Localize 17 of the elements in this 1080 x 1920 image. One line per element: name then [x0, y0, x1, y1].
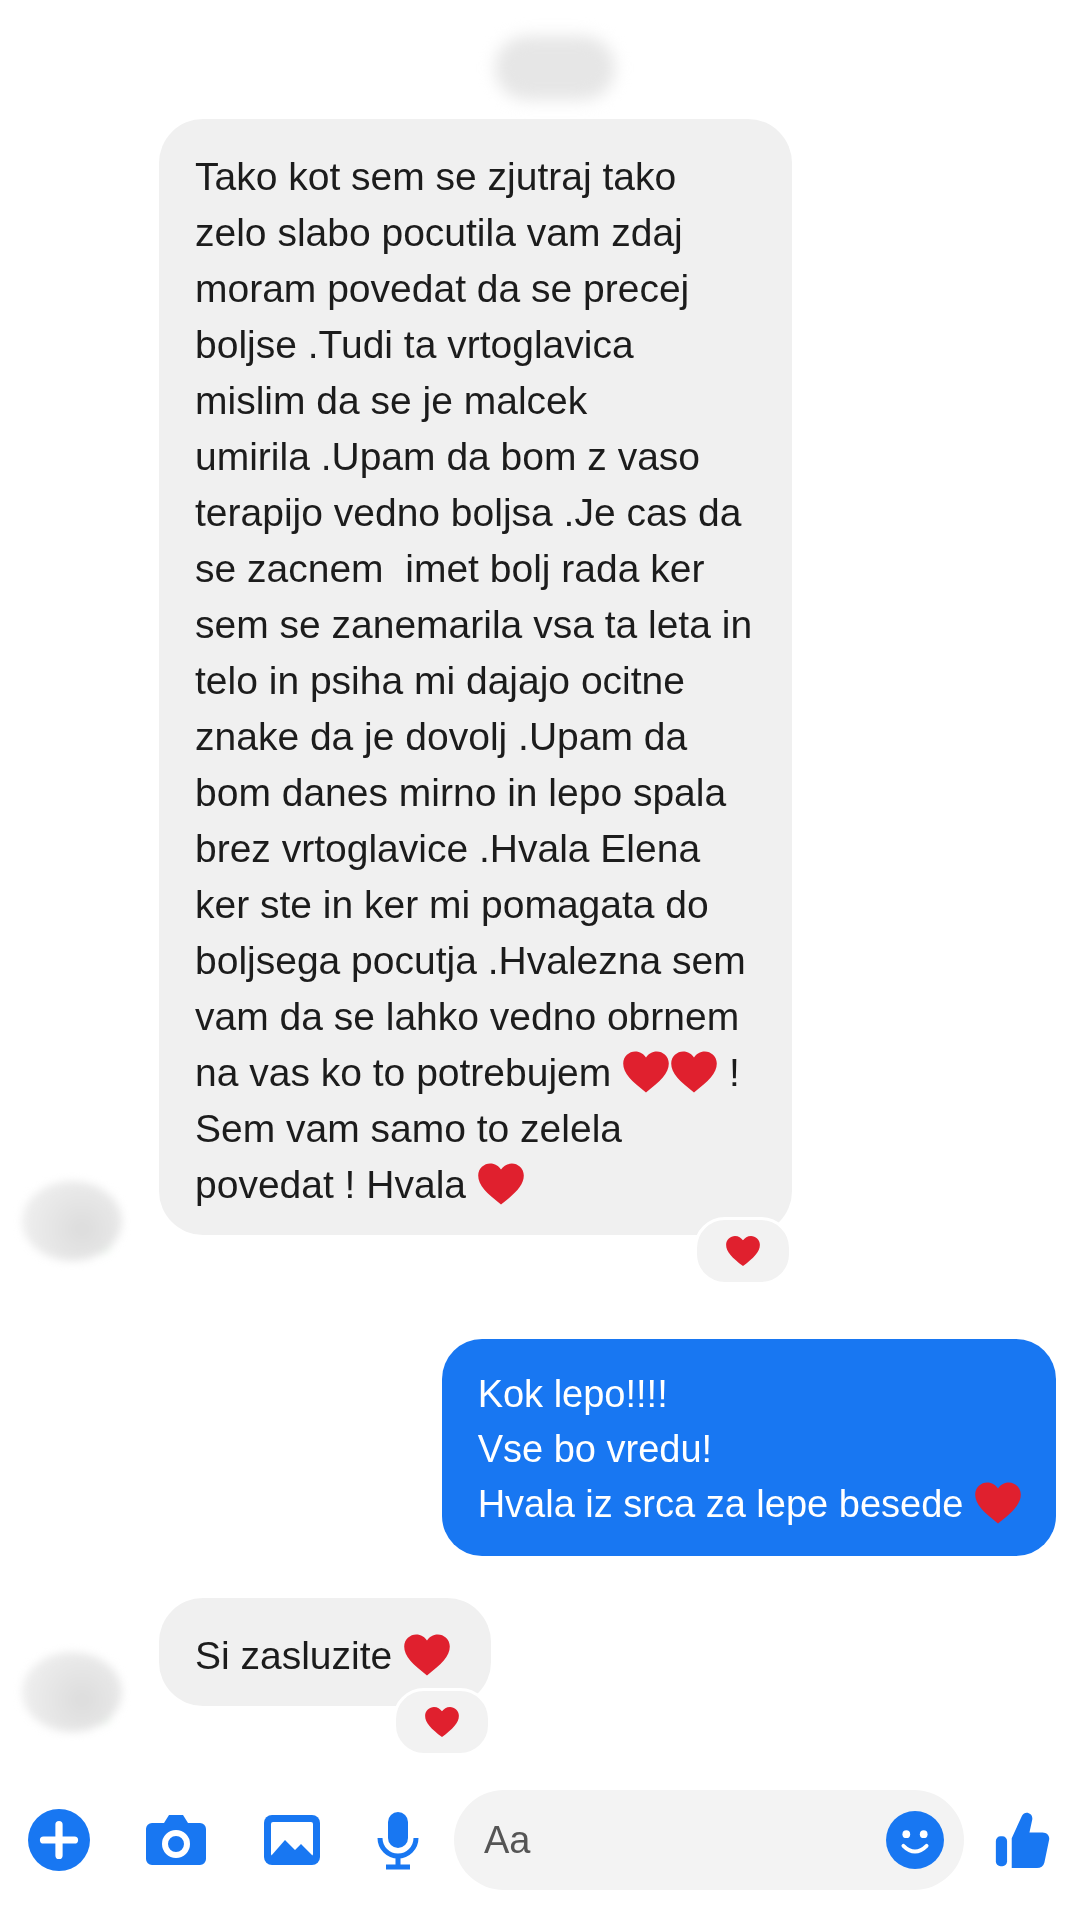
heart-icon [622, 1050, 671, 1094]
thumbs-up-icon[interactable] [994, 1810, 1050, 1870]
message-text: Kok lepo!!!! Vse bo vredu! Hvala iz srca za lepe besede [477, 1367, 1022, 1532]
image-icon[interactable] [262, 1813, 322, 1867]
message-field[interactable]: Aa [454, 1790, 964, 1890]
heart-icon [476, 1162, 525, 1206]
message-text: Si zasluzite [195, 1628, 452, 1684]
heart-icon [725, 1235, 762, 1267]
camera-icon[interactable] [144, 1813, 208, 1867]
microphone-icon[interactable] [376, 1810, 420, 1870]
heart-icon [974, 1481, 1022, 1525]
heart-icon [670, 1050, 719, 1094]
heart-icon [424, 1706, 461, 1738]
smiley-icon[interactable] [886, 1811, 944, 1869]
message-text: Tako kot sem se zjutraj tako zelo slabo pocutila vam zdaj moram povedat da se precej boljse .Tudi ta vrtoglavica mislim da se je malcek umirila .Upam da bom z vaso terapijo vedno boljsa .Je cas da se zacnem imet bolj rada ker sem se zanemarila vsa ta leta in telo in psiha mi dajajo ocitne znake da je dovolj .Upam da bom danes mirno in lepo spala brez vrtoglavice .Hvala Elena ker ste in ker mi pomagata do boljsega pocutja .Hvalezna sem vam da se lahko vedno obrnem na vas ko to potrebujem ! Sem vam samo to zelela povedat ! Hvala [195, 154, 753, 1208]
plus-icon[interactable] [28, 1809, 90, 1871]
heart-icon [403, 1633, 452, 1677]
